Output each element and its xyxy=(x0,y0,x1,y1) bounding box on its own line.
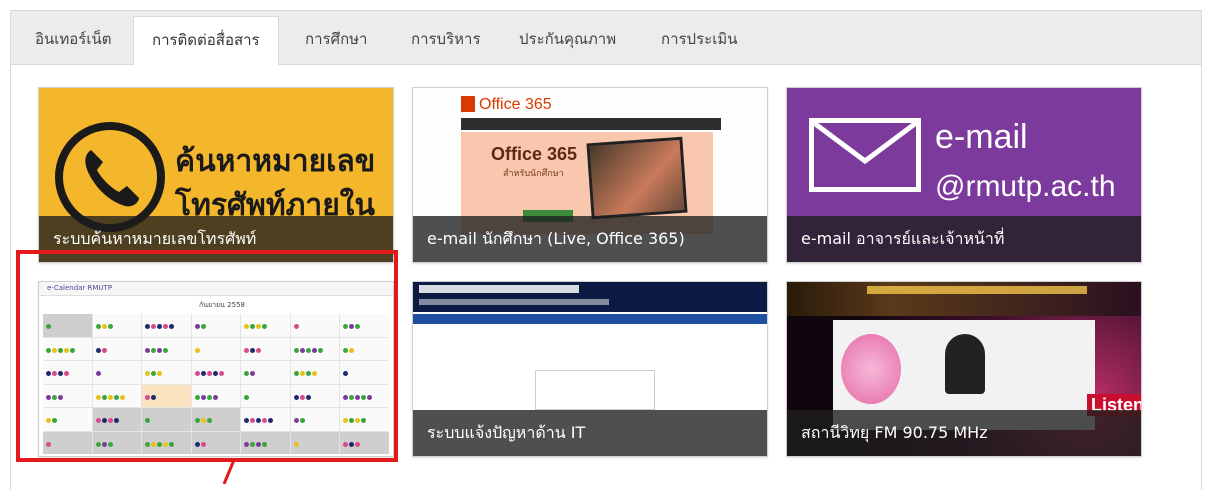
tile-caption: e-mail อาจารย์และเจ้าหน้าที่ xyxy=(787,216,1141,262)
tile-caption: e-mail นักศึกษา (Live, Office 365) xyxy=(413,216,767,262)
tile-phone-search[interactable]: ค้นหาหมายเลข โทรศัพท์ภายใน ระบบค้นหาหมาย… xyxy=(38,87,394,263)
login-form xyxy=(535,370,655,410)
banner-photo xyxy=(586,136,688,220)
tile-image-text: ค้นหาหมายเลข xyxy=(175,144,376,179)
tab-education[interactable]: การศึกษา xyxy=(287,16,385,66)
arrow-annotation xyxy=(222,460,236,484)
tab-quality-assurance[interactable]: ประกันคุณภาพ xyxy=(501,16,634,66)
page-nav-bar xyxy=(461,118,721,130)
tab-bar: อินเทอร์เน็ต การติดต่อสื่อสาร การศึกษา ก… xyxy=(11,11,1201,66)
tile-it-helpdesk[interactable]: ระบบแจ้งปัญหาด้าน IT xyxy=(412,281,768,457)
banner-subtitle: สำหรับนักศึกษา xyxy=(503,169,564,179)
tab-internet[interactable]: อินเทอร์เน็ต xyxy=(17,16,129,66)
office-logo-text: Office 365 xyxy=(479,96,552,113)
tile-image-text: @rmutp.ac.th xyxy=(935,170,1116,203)
tile-fm-radio[interactable]: Listen สถานีวิทยุ FM 90.75 MHz xyxy=(786,281,1142,457)
tile-image-text: e-mail xyxy=(935,118,1028,156)
tile-caption: สถานีวิทยุ FM 90.75 MHz xyxy=(787,410,1141,456)
tile-student-email[interactable]: Office 365 Office 365 สำหรับนักศึกษา e-m… xyxy=(412,87,768,263)
tab-evaluation[interactable]: การประเมิน xyxy=(643,16,755,66)
banner-title: Office 365 xyxy=(491,144,578,164)
office-logo-icon xyxy=(461,96,475,112)
highlight-box xyxy=(16,250,398,462)
page-header xyxy=(787,282,1141,316)
tab-administration[interactable]: การบริหาร xyxy=(393,16,499,66)
page-header xyxy=(413,282,767,312)
envelope-icon xyxy=(809,118,921,192)
tile-caption: ระบบแจ้งปัญหาด้าน IT xyxy=(413,410,767,456)
page-nav-bar xyxy=(413,314,767,324)
tile-staff-email[interactable]: e-mail @rmutp.ac.th e-mail อาจารย์และเจ้… xyxy=(786,87,1142,263)
tab-communication[interactable]: การติดต่อสื่อสาร xyxy=(133,16,279,66)
